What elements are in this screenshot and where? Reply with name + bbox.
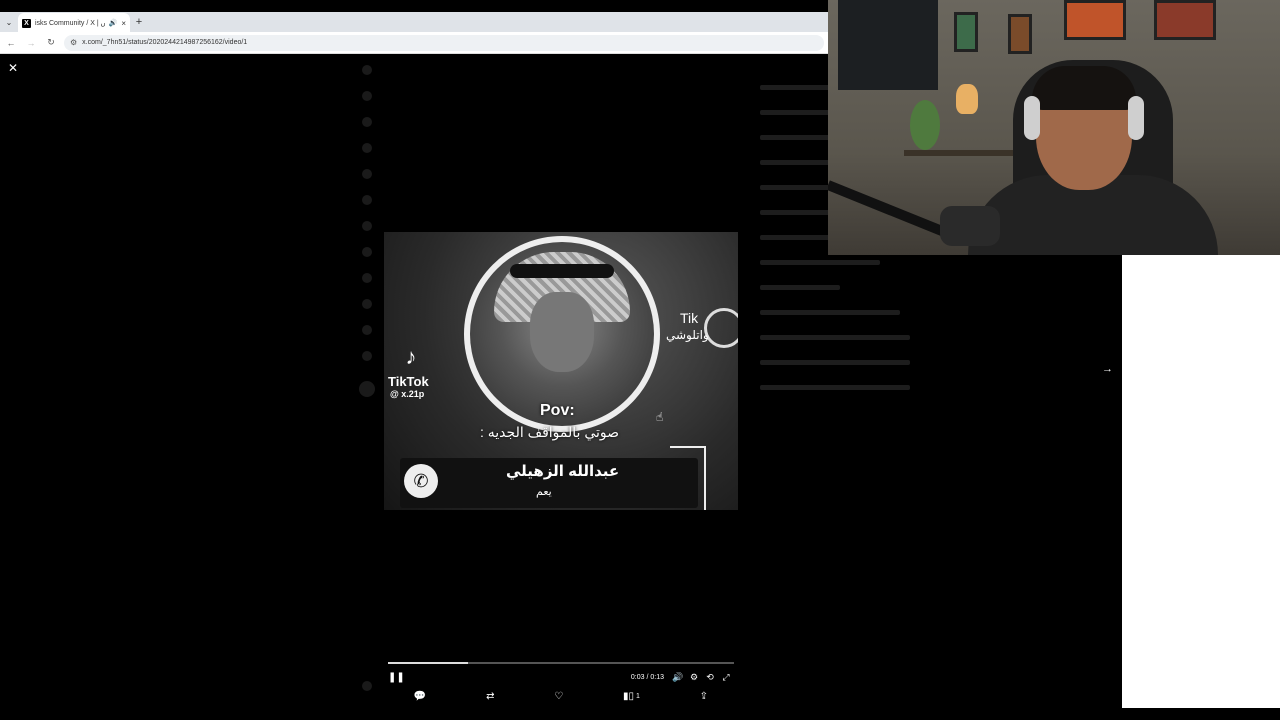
- dim-nav-icon: [362, 325, 372, 335]
- views-button[interactable]: ▮▯ 1: [623, 691, 640, 702]
- dim-post-button: [359, 381, 375, 397]
- screen: ⌄ X isks Community / X | بيكس 🔊 × + ← → …: [0, 0, 1280, 720]
- video-progress-bar[interactable]: [388, 662, 734, 664]
- dimmed-sidebar: [356, 55, 378, 705]
- video-controls: ❚❚ 0:03 / 0:13 🔊 ⚙ ⟲ ⤢: [388, 669, 734, 685]
- dim-nav-icon: [362, 65, 372, 75]
- plant: [910, 100, 940, 150]
- browser-address-bar: ← → ↻ ⚙ x.com/_7hn51/status/202024421498…: [0, 32, 828, 54]
- reload-icon[interactable]: ↻: [44, 36, 58, 50]
- dim-nav-icon: [362, 117, 372, 127]
- dim-nav-icon: [362, 351, 372, 361]
- video-time: 0:03 / 0:13: [630, 673, 664, 681]
- tab-close-button[interactable]: ×: [121, 19, 126, 28]
- bottom-black-strip: [0, 708, 1280, 720]
- headphone-right: [1128, 96, 1144, 140]
- settings-gear-icon[interactable]: ⚙: [686, 672, 702, 683]
- phone-icon: ✆: [404, 464, 438, 498]
- dim-nav-icon: [362, 91, 372, 101]
- fullscreen-icon[interactable]: ⤢: [718, 672, 734, 683]
- caller-subtitle: يعم: [536, 486, 552, 498]
- repost-icon[interactable]: ⇄: [486, 691, 494, 702]
- pause-icon[interactable]: ❚❚: [388, 672, 405, 683]
- headphone-left: [1024, 96, 1040, 140]
- caption-arabic: صوتي بالمواقف الجديه :: [480, 424, 620, 440]
- volume-icon[interactable]: 🔊: [670, 672, 686, 683]
- top-black-strip: [0, 0, 828, 12]
- wall-frame: [1064, 0, 1126, 40]
- browser-tab-bar: ⌄ X isks Community / X | بيكس 🔊 × +: [0, 12, 828, 33]
- dim-nav-icon: [362, 169, 372, 179]
- tab-title: isks Community / X | بيكس: [35, 20, 105, 27]
- lamp: [956, 84, 978, 114]
- tiktok-handle: @ x.21p: [390, 389, 425, 399]
- profile-photo: [470, 242, 654, 426]
- dim-nav-icon: [362, 273, 372, 283]
- overlay-text-right: Tik: [680, 310, 699, 326]
- wall-frame: [1008, 14, 1032, 54]
- caller-name: عبدالله الزهيلي: [506, 463, 620, 480]
- video-player[interactable]: Tik واتلوشي ♪ TikTok @ x.21p Pov: صوتي ب…: [384, 55, 738, 685]
- back-arrow-icon[interactable]: ←: [4, 36, 18, 50]
- like-heart-icon[interactable]: ♡: [554, 691, 563, 702]
- speaker-icon[interactable]: 🔊: [109, 19, 118, 27]
- call-frame-outline: [670, 446, 706, 510]
- dim-nav-icon: [362, 195, 372, 205]
- wall-frame: [1154, 0, 1216, 40]
- video-frame[interactable]: Tik واتلوشي ♪ TikTok @ x.21p Pov: صوتي ب…: [384, 232, 738, 510]
- views-count: 1: [636, 692, 640, 700]
- tiktok-watermark: TikTok: [388, 374, 429, 389]
- overlay-text-right-arabic: واتلوشي: [666, 328, 709, 342]
- close-icon[interactable]: ✕: [8, 61, 18, 75]
- record-icon: [704, 308, 738, 348]
- loop-icon[interactable]: ⟲: [702, 672, 718, 683]
- dim-nav-icon: [362, 221, 372, 231]
- reply-icon[interactable]: 💬: [414, 691, 426, 702]
- video-progress-fill: [388, 662, 468, 664]
- webcam-overlay: [828, 0, 1280, 255]
- caption-pov: Pov:: [540, 402, 575, 419]
- microphone: [940, 206, 1000, 246]
- dim-avatar: [362, 681, 372, 691]
- next-arrow-icon[interactable]: →: [1102, 363, 1113, 375]
- url-text[interactable]: x.com/_7hn51/status/2020244214987256162/…: [82, 39, 247, 46]
- new-tab-button[interactable]: +: [130, 16, 148, 28]
- streamer-hair: [1032, 66, 1136, 110]
- share-icon[interactable]: ⇪: [700, 691, 708, 702]
- omnibox[interactable]: ⚙ x.com/_7hn51/status/202024421498725616…: [64, 34, 824, 51]
- browser-tab[interactable]: X isks Community / X | بيكس 🔊 ×: [18, 13, 130, 33]
- dim-nav-icon: [362, 143, 372, 153]
- hand-cursor-icon: ☝: [656, 410, 664, 424]
- forward-arrow-icon[interactable]: →: [24, 36, 38, 50]
- white-overlay-panel: [1122, 255, 1280, 708]
- x-logo-icon: X: [22, 18, 31, 28]
- post-actions-bar: 💬 ⇄ ♡ ▮▯ 1 ⇪: [384, 688, 738, 704]
- tiktok-logo-icon: ♪: [405, 344, 417, 369]
- bar-chart-icon: ▮▯: [622, 690, 634, 702]
- shelf: [904, 150, 1024, 156]
- site-info-icon[interactable]: ⚙: [70, 38, 77, 47]
- tab-list-button[interactable]: ⌄: [0, 12, 18, 32]
- dim-nav-icon: [362, 299, 372, 309]
- wall-frame: [954, 12, 978, 52]
- dim-nav-icon: [362, 247, 372, 257]
